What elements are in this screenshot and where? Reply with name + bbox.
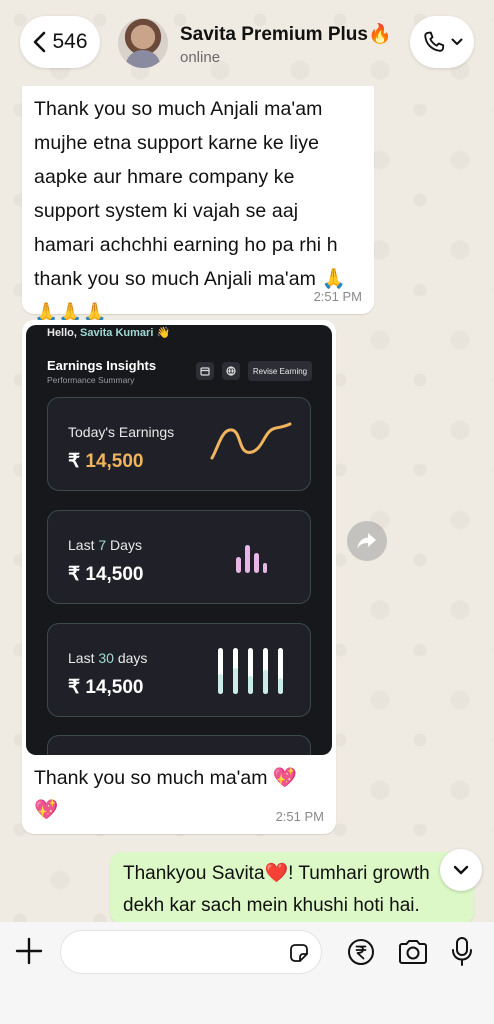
camera-icon[interactable] bbox=[397, 938, 429, 966]
message-input-bar bbox=[0, 922, 494, 1024]
incoming-image-message[interactable]: Hello, Savita Kumari 👋 Earnings Insights… bbox=[22, 320, 336, 834]
phone-icon bbox=[424, 31, 445, 52]
message-text: Thankyou Savita❤️! Tumhari growth dekh k… bbox=[123, 863, 430, 916]
earnings-card-7-days: Last 7 Days ₹ 14,500 bbox=[47, 510, 311, 604]
message-time: 2:51 PM bbox=[313, 289, 362, 304]
card-label: Today's Earnings bbox=[68, 424, 175, 440]
card-label: Last 7 Days bbox=[68, 537, 142, 553]
mic-icon[interactable] bbox=[450, 936, 474, 968]
incoming-message[interactable]: Thank you so much Anjali ma'am mujhe etn… bbox=[22, 86, 374, 324]
insights-title: Earnings Insights bbox=[47, 358, 157, 373]
earnings-screenshot-image[interactable]: Hello, Savita Kumari 👋 Earnings Insights… bbox=[26, 325, 332, 755]
insights-subtitle: Performance Summary bbox=[47, 375, 135, 385]
globe-icon bbox=[222, 362, 240, 380]
unread-count: 546 bbox=[52, 30, 88, 53]
call-button[interactable] bbox=[410, 16, 474, 68]
avatar[interactable] bbox=[118, 18, 168, 68]
message-time: 2:51 PM bbox=[275, 809, 324, 824]
contact-info[interactable]: Savita Premium Plus🔥 online bbox=[180, 22, 392, 66]
plus-icon[interactable] bbox=[14, 936, 44, 966]
contact-name: Savita Premium Plus🔥 bbox=[180, 24, 392, 45]
card-amount: ₹ 14,500 bbox=[68, 564, 144, 585]
earnings-card-today: Today's Earnings ₹ 14,500 bbox=[47, 397, 311, 491]
card-amount: ₹ 14,500 bbox=[68, 451, 144, 472]
chevron-left-icon bbox=[34, 31, 46, 53]
greeting-text: Hello, Savita Kumari 👋 bbox=[47, 327, 171, 339]
progress-bars-icon bbox=[218, 648, 283, 694]
earnings-card-partial bbox=[47, 735, 311, 755]
forward-button[interactable] bbox=[347, 521, 387, 561]
card-label: Last 30 days bbox=[68, 650, 148, 666]
scroll-to-bottom-button[interactable] bbox=[440, 849, 482, 891]
back-button[interactable]: 546 bbox=[20, 16, 100, 68]
revise-earning-button: Revise Earning bbox=[248, 361, 312, 381]
sticker-icon[interactable] bbox=[287, 941, 311, 965]
trend-line-icon bbox=[210, 422, 292, 460]
chat-header: 546 Savita Premium Plus🔥 online bbox=[0, 0, 494, 86]
calendar-icon bbox=[196, 362, 214, 380]
contact-status: online bbox=[180, 49, 221, 66]
rupee-icon[interactable] bbox=[347, 938, 375, 966]
earnings-card-30-days: Last 30 days ₹ 14,500 bbox=[47, 623, 311, 717]
message-field[interactable] bbox=[60, 930, 322, 974]
chevron-down-icon bbox=[451, 38, 463, 45]
card-amount: ₹ 14,500 bbox=[68, 677, 144, 698]
bar-chart-icon bbox=[236, 545, 267, 573]
message-input[interactable] bbox=[75, 939, 275, 967]
forward-arrow-icon bbox=[357, 533, 376, 549]
chevron-down-icon bbox=[453, 865, 469, 875]
outgoing-message[interactable]: Thankyou Savita❤️! Tumhari growth dekh k… bbox=[110, 852, 474, 924]
